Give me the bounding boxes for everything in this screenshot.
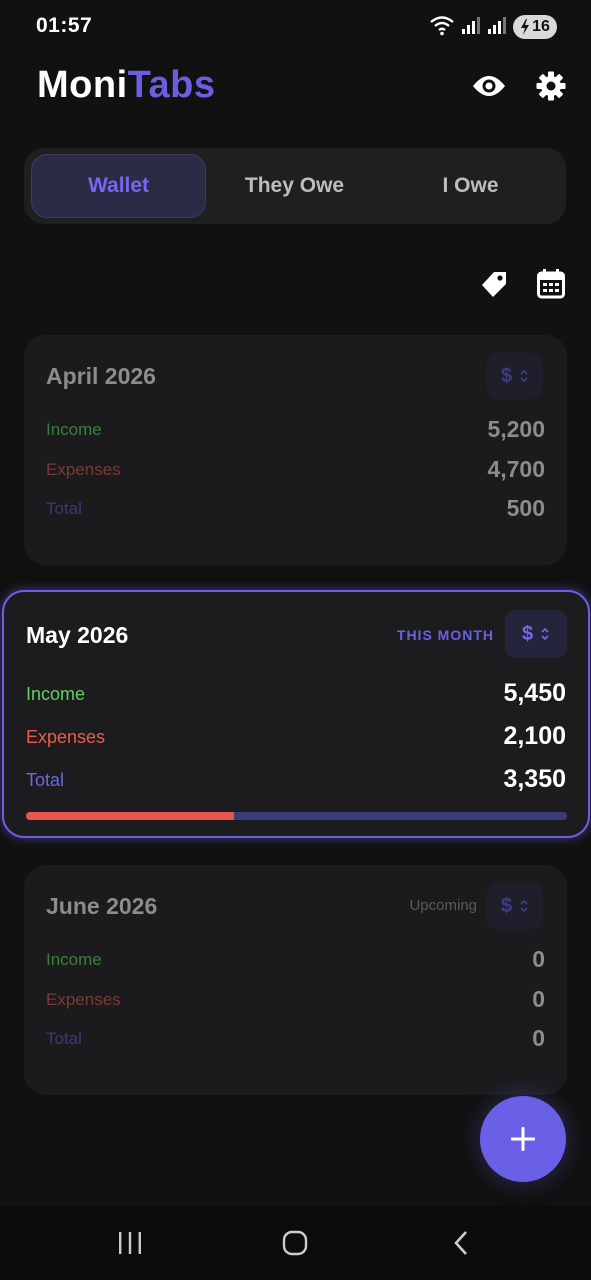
battery-level: 16 <box>532 18 550 35</box>
calendar-icon[interactable] <box>534 266 568 302</box>
upcoming-label: Upcoming <box>409 897 477 914</box>
total-label: Total <box>26 770 65 790</box>
month-card-june[interactable]: June 2026 Upcoming $ Income 0 Expenses 0… <box>24 865 567 1095</box>
currency-selector[interactable]: $ <box>487 353 543 399</box>
system-nav-bar <box>0 1206 591 1280</box>
tab-they-owe[interactable]: They Owe <box>207 154 382 218</box>
wifi-icon <box>429 14 455 41</box>
gear-icon[interactable] <box>533 68 569 104</box>
expenses-value: 2,100 <box>503 722 566 750</box>
expenses-value: 4,700 <box>487 456 545 482</box>
currency-selector[interactable]: $ <box>505 610 567 658</box>
currency-symbol: $ <box>500 364 513 387</box>
status-time: 01:57 <box>36 14 93 37</box>
month-title: April 2026 <box>46 363 156 389</box>
month-title: May 2026 <box>26 622 129 648</box>
expenses-label: Expenses <box>46 990 121 1009</box>
status-bar: 01:57 16 <box>0 0 591 56</box>
recents-icon[interactable] <box>110 1226 150 1260</box>
income-label: Income <box>26 684 86 704</box>
tab-wallet[interactable]: Wallet <box>31 154 206 218</box>
income-label: Income <box>46 950 102 969</box>
currency-symbol: $ <box>500 894 513 917</box>
back-icon[interactable] <box>441 1226 481 1260</box>
income-value: 5,450 <box>503 679 566 707</box>
add-button[interactable] <box>480 1096 566 1182</box>
signal-icon <box>461 15 481 40</box>
tab-bar: Wallet They Owe I Owe <box>24 148 566 224</box>
tag-icon[interactable] <box>477 266 511 302</box>
chevron-up-down-icon <box>520 899 528 913</box>
income-value: 5,200 <box>487 416 545 442</box>
status-icons: 16 <box>429 14 557 40</box>
chevron-up-down-icon <box>541 627 549 641</box>
month-card-april[interactable]: April 2026 $ Income 5,200 Expenses 4,700… <box>24 335 567 565</box>
app-title-part2: Tabs <box>127 64 216 106</box>
signal-icon <box>487 15 507 40</box>
battery-indicator: 16 <box>513 15 557 39</box>
income-value: 0 <box>532 946 545 972</box>
total-label: Total <box>46 499 82 518</box>
currency-symbol: $ <box>521 622 534 645</box>
total-value: 0 <box>532 1025 545 1051</box>
income-label: Income <box>46 420 102 439</box>
total-value: 500 <box>506 495 545 521</box>
expense-progress-fill <box>26 812 235 820</box>
app-title: MoniTabs <box>37 64 216 107</box>
month-title: June 2026 <box>46 893 158 919</box>
currency-selector[interactable]: $ <box>487 883 543 929</box>
expenses-label: Expenses <box>46 460 121 479</box>
expense-progress-bar <box>26 812 567 820</box>
total-value: 3,350 <box>503 765 566 793</box>
chevron-up-down-icon <box>520 369 528 383</box>
total-label: Total <box>46 1029 82 1048</box>
tab-i-owe[interactable]: I Owe <box>383 154 558 218</box>
eye-icon[interactable] <box>471 68 507 104</box>
home-icon[interactable] <box>275 1226 315 1260</box>
expenses-label: Expenses <box>26 727 106 747</box>
plus-icon <box>511 1127 535 1151</box>
app-title-part1: Moni <box>37 64 128 106</box>
month-card-may[interactable]: May 2026 THIS MONTH $ Income 5,450 Expen… <box>2 590 590 838</box>
expenses-value: 0 <box>532 986 545 1012</box>
this-month-badge: THIS MONTH <box>396 627 494 643</box>
